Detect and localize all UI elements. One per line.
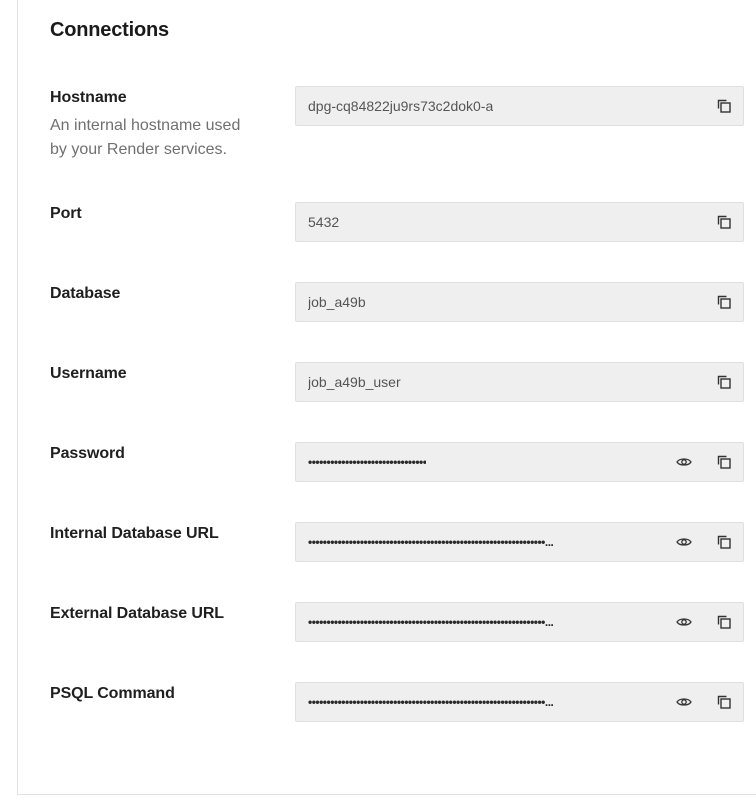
label-column: External Database URL xyxy=(50,604,270,624)
field-label: Internal Database URL xyxy=(50,525,219,542)
external-database-url-field[interactable]: ••••••••••••••••••••••••••••••••••••••••… xyxy=(295,602,744,642)
copy-icon[interactable] xyxy=(714,452,734,472)
field-label: Database xyxy=(50,285,121,302)
internal-database-url-field[interactable]: ••••••••••••••••••••••••••••••••••••••••… xyxy=(295,522,744,562)
eye-icon[interactable] xyxy=(674,612,694,632)
copy-icon[interactable] xyxy=(714,612,734,632)
field-label: Port xyxy=(50,205,82,222)
label-column: Internal Database URL xyxy=(50,524,270,544)
field-value: dpg-cq84822ju9rs73c2dok0-a xyxy=(308,98,494,114)
label-column: Username xyxy=(50,364,270,384)
copy-icon[interactable] xyxy=(714,292,734,312)
hostname-field[interactable]: dpg-cq84822ju9rs73c2dok0-a xyxy=(295,86,744,126)
label-column: PSQL Command xyxy=(50,684,270,704)
field-label: Username xyxy=(50,365,127,382)
field-label: PSQL Command xyxy=(50,685,175,702)
field-value: job_a49b xyxy=(308,294,366,310)
copy-icon[interactable] xyxy=(714,532,734,552)
psql-command-field[interactable]: ••••••••••••••••••••••••••••••••••••••••… xyxy=(295,682,744,722)
username-field[interactable]: job_a49b_user xyxy=(295,362,744,402)
field-description: An internal hostname used by your Render… xyxy=(50,117,241,158)
label-column: Port xyxy=(50,204,270,224)
label-column: Password xyxy=(50,444,270,464)
field-value: job_a49b_user xyxy=(308,374,401,390)
label-column: Hostname An internal hostname used by yo… xyxy=(50,88,270,162)
masked-value: •••••••••••••••••••••••••••••••• xyxy=(308,455,427,469)
password-field[interactable]: •••••••••••••••••••••••••••••••• xyxy=(295,442,744,482)
masked-value: ••••••••••••••••••••••••••••••••••••••••… xyxy=(308,615,554,629)
field-label: External Database URL xyxy=(50,605,224,622)
field-value: 5432 xyxy=(308,214,340,230)
copy-icon[interactable] xyxy=(714,212,734,232)
copy-icon[interactable] xyxy=(714,96,734,116)
eye-icon[interactable] xyxy=(674,452,694,472)
eye-icon[interactable] xyxy=(674,532,694,552)
copy-icon[interactable] xyxy=(714,692,734,712)
field-label: Password xyxy=(50,445,125,462)
eye-icon[interactable] xyxy=(674,692,694,712)
database-field[interactable]: job_a49b xyxy=(295,282,744,322)
label-column: Database xyxy=(50,284,270,304)
masked-value: ••••••••••••••••••••••••••••••••••••••••… xyxy=(308,535,554,549)
field-label: Hostname xyxy=(50,89,127,106)
copy-icon[interactable] xyxy=(714,372,734,392)
section-title: Connections xyxy=(50,19,169,41)
port-field[interactable]: 5432 xyxy=(295,202,744,242)
masked-value: ••••••••••••••••••••••••••••••••••••••••… xyxy=(308,695,554,709)
